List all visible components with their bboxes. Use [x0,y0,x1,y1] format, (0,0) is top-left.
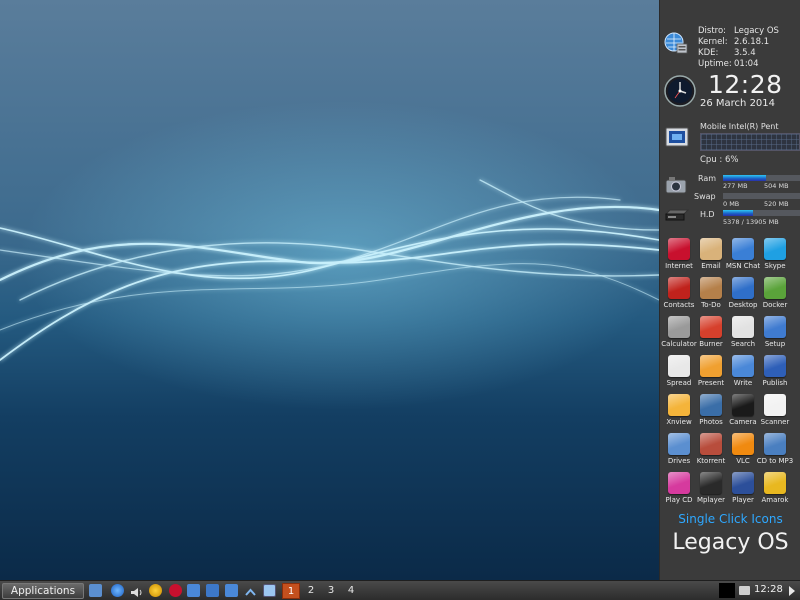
setup-icon [764,316,786,338]
cpu-usage-label: Cpu : 6% [700,155,739,165]
volume-icon[interactable] [130,584,143,597]
write-icon [732,355,754,377]
app-label: Scanner [760,418,790,426]
search-icon [732,316,754,338]
todo-icon [700,277,722,299]
analog-clock-icon [664,75,696,107]
workspace-button[interactable]: 4 [342,583,360,599]
ktorrent-icon [700,433,722,455]
clock-date: 26 March 2014 [700,98,776,109]
opera-icon [668,238,690,260]
burner-icon [700,316,722,338]
workspace-button[interactable]: 1 [282,583,300,599]
window-icon[interactable] [263,584,276,597]
desktop-wallpaper[interactable] [0,0,659,580]
workspace-button[interactable]: 3 [322,583,340,599]
email-icon [700,238,722,260]
app-launcher[interactable]: Publish [758,355,792,387]
brand-name: Legacy OS [672,530,789,555]
light-waves-graphic [0,179,659,361]
cpu-usage-graph [700,133,800,151]
show-desktop-icon[interactable] [89,584,102,597]
mail-tray-icon[interactable] [739,586,750,595]
documents-folder-icon[interactable] [225,584,238,597]
taskbar-clock[interactable]: 12:28 [754,584,783,595]
skype-icon [764,238,786,260]
app-launcher[interactable]: Setup [758,316,792,348]
opera-taskbar-icon[interactable] [169,584,182,597]
distro-value: Legacy OS [734,26,779,36]
swap-label: Swap [694,192,716,201]
camera-icon [732,394,754,416]
contacts-icon [668,277,690,299]
app-launcher[interactable]: Skype [758,238,792,270]
vlc-icon [732,433,754,455]
ram-bar [723,175,800,181]
app-label: Skype [764,262,786,270]
desktop-icon [732,277,754,299]
cpu-name: Mobile Intel(R) Pent [700,122,779,131]
system-panel: Distro: Legacy OS Kernel: 2.6.18.1 KDE: 3.5… [659,0,800,580]
app-label: Amarok [761,496,789,504]
ram-bar-fill [723,175,766,181]
photos-icon [700,394,722,416]
kernel-label: Kernel: [698,37,728,47]
browser-icon[interactable] [111,584,124,597]
swap-bar [723,193,800,199]
app-launcher[interactable]: Amarok [758,472,792,504]
applications-menu-button[interactable]: Applications [2,583,84,599]
scanner-icon [764,394,786,416]
docker-icon [764,277,786,299]
app-label: CD to MP3 [756,457,794,465]
system-info: Distro: Legacy OS Kernel: 2.6.18.1 KDE: 3.5… [698,26,779,70]
cd-to-mp3-icon [764,433,786,455]
msn-icon [732,238,754,260]
app-label: Publish [762,379,788,387]
kde-label: KDE: [698,48,719,58]
amarok-taskbar-icon[interactable] [149,584,162,597]
hard-drive-icon [664,207,690,221]
spreadsheet-icon [668,355,690,377]
clock-time: 12:28 [708,70,783,99]
kernel-value: 2.6.18.1 [734,37,770,47]
ram-used: 277 MB [723,182,748,190]
hd-label: H.D [700,210,715,219]
presentation-icon [700,355,722,377]
taskbar: Applications 1234 12:28 [0,580,800,600]
app-label: Docker [762,301,788,309]
calculator-icon [668,316,690,338]
mplayer-icon [700,472,722,494]
folder-icon[interactable] [187,584,200,597]
tagline: Single Click Icons [678,512,783,526]
uptime-label: Uptime: [698,59,732,69]
xnview-icon [668,394,690,416]
kde-value: 3.5.4 [734,48,756,58]
drives-icon [668,433,690,455]
uptime-value: 01:04 [734,59,759,69]
swap-total: 520 MB [764,200,789,208]
ram-total: 504 MB [764,182,789,190]
hd-value: 5378 / 13905 MB [723,218,779,226]
play-cd-icon [668,472,690,494]
app-launcher[interactable]: CD to MP3 [757,433,793,465]
amarok-icon [764,472,786,494]
publish-icon [764,355,786,377]
hd-bar-fill [723,210,754,216]
globe-server-icon [664,31,688,55]
memory-camera-icon [664,175,690,195]
ram-label: Ram [698,174,717,183]
home-folder-icon[interactable] [206,584,219,597]
cpu-chip-icon [665,127,689,149]
swap-used: 0 MB [723,200,740,208]
distro-label: Distro: [698,26,727,36]
app-launcher[interactable]: Scanner [758,394,792,426]
player-icon [732,472,754,494]
app-launcher[interactable]: Docker [758,277,792,309]
workspace-button[interactable]: 2 [302,583,320,599]
app-label: Setup [764,340,786,348]
tray-monitor[interactable] [719,583,735,598]
expand-arrow-icon[interactable] [789,586,795,596]
up-arrow-icon[interactable] [244,584,257,597]
hd-bar [723,210,800,216]
